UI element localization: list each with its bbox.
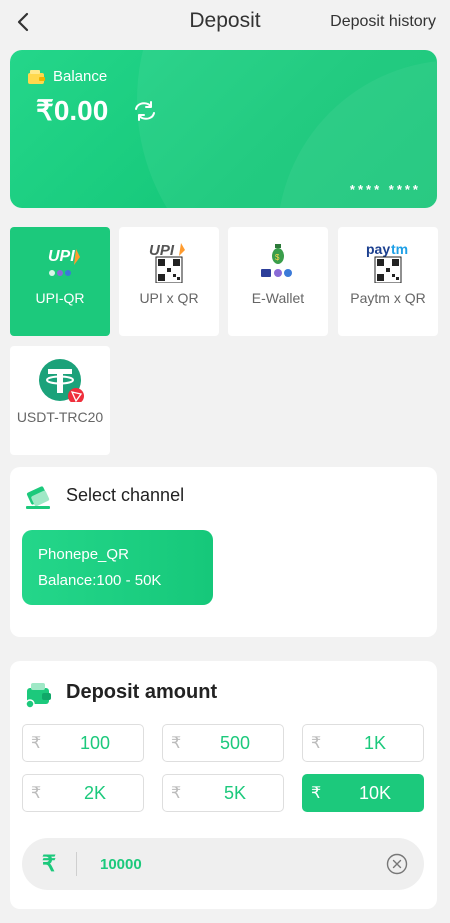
wallet-icon bbox=[28, 70, 45, 84]
clear-icon[interactable] bbox=[386, 853, 408, 875]
svg-text:$: $ bbox=[275, 253, 280, 262]
amount-value: 1K bbox=[363, 733, 387, 753]
select-channel-panel: Select channel Phonepe_QR Balance:100 - … bbox=[10, 467, 437, 637]
method-label: USDT-TRC20 bbox=[16, 409, 104, 425]
method-upi-x-qr[interactable]: UPI UPI x QR bbox=[119, 227, 219, 336]
amount-option-100[interactable]: ₹ 100 bbox=[22, 724, 144, 762]
method-e-wallet[interactable]: $ E-Wallet bbox=[228, 227, 328, 336]
method-label: UPI x QR bbox=[139, 290, 199, 306]
balance-label: Balance bbox=[53, 68, 108, 85]
amount-option-10k[interactable]: ₹ 10K bbox=[302, 774, 424, 812]
upi-qr-logo-icon: UPI bbox=[149, 242, 185, 283]
channel-name: Phonepe_QR bbox=[38, 546, 129, 563]
amount-value: 2K bbox=[83, 783, 107, 803]
rupee-icon: ₹ bbox=[31, 785, 42, 802]
refresh-icon[interactable] bbox=[131, 100, 159, 122]
method-upi-qr[interactable]: UPI UPI-QR bbox=[10, 227, 110, 336]
amount-option-500[interactable]: ₹ 500 bbox=[162, 724, 284, 762]
deposit-history-link[interactable]: Deposit history bbox=[330, 13, 436, 31]
amount-value: 10K bbox=[358, 783, 392, 803]
rupee-icon: ₹ bbox=[311, 735, 322, 752]
tether-icon bbox=[39, 359, 84, 402]
card-icon bbox=[26, 486, 50, 509]
rupee-icon: ₹ bbox=[42, 851, 56, 876]
channel-option-phonepe[interactable]: Phonepe_QR Balance:100 - 50K bbox=[22, 530, 213, 605]
rupee-icon: ₹ bbox=[171, 785, 182, 802]
method-label: Paytm x QR bbox=[350, 290, 426, 306]
amount-value: 100 bbox=[79, 733, 111, 753]
svg-text:UPI: UPI bbox=[149, 242, 175, 259]
method-paytm-x-qr[interactable]: pay tm Paytm x QR bbox=[338, 227, 438, 336]
amount-option-5k[interactable]: ₹ 5K bbox=[162, 774, 284, 812]
money-bag-icon: $ bbox=[261, 244, 292, 277]
header: Deposit Deposit history bbox=[0, 0, 450, 44]
svg-text:UPI: UPI bbox=[48, 248, 75, 265]
amount-option-2k[interactable]: ₹ 2K bbox=[22, 774, 144, 812]
deposit-amount-panel: Deposit amount ₹ 100 ₹ 500 ₹ 1K ₹ 2K ₹ 5… bbox=[10, 661, 437, 909]
method-label: E-Wallet bbox=[251, 290, 305, 306]
wallet-card-icon bbox=[25, 683, 51, 709]
amount-input[interactable] bbox=[100, 851, 350, 877]
method-usdt-trc20[interactable]: USDT-TRC20 bbox=[10, 346, 110, 455]
amount-value: 5K bbox=[223, 783, 247, 803]
select-channel-title: Select channel bbox=[66, 485, 185, 505]
paytm-qr-logo-icon: pay tm bbox=[366, 241, 408, 283]
upi-logo-icon: UPI bbox=[48, 248, 80, 276]
balance-value: ₹0.00 bbox=[36, 95, 109, 126]
rupee-icon: ₹ bbox=[311, 785, 322, 802]
deposit-amount-title: Deposit amount bbox=[66, 681, 218, 703]
svg-text:pay: pay bbox=[366, 241, 390, 257]
channel-range: Balance:100 - 50K bbox=[38, 572, 162, 589]
method-label: UPI-QR bbox=[35, 290, 85, 306]
amount-input-box: ₹ bbox=[22, 838, 424, 890]
rupee-icon: ₹ bbox=[171, 735, 182, 752]
divider bbox=[76, 852, 77, 876]
rupee-icon: ₹ bbox=[31, 735, 42, 752]
svg-text:tm: tm bbox=[391, 241, 408, 257]
amount-option-1k[interactable]: ₹ 1K bbox=[302, 724, 424, 762]
balance-card: Balance ₹0.00 **** **** bbox=[10, 50, 437, 208]
masked-card-number: **** **** bbox=[349, 182, 421, 197]
amount-value: 500 bbox=[219, 733, 251, 753]
